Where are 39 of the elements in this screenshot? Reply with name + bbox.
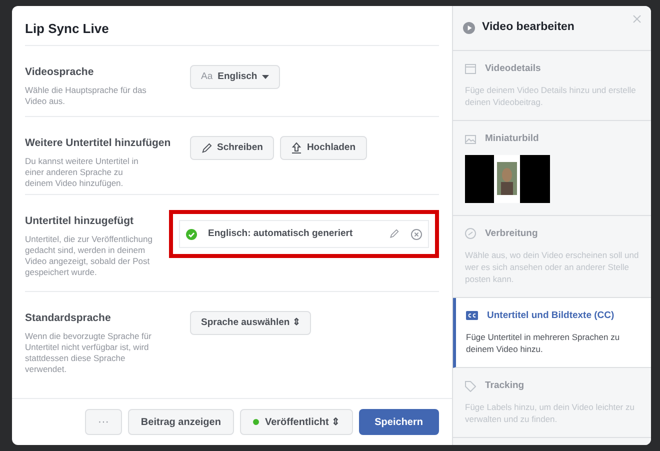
tag-icon bbox=[465, 380, 476, 392]
subtitle-label: Englisch: automatisch generiert bbox=[208, 226, 354, 241]
pencil-icon bbox=[201, 142, 212, 154]
cc-icon bbox=[466, 311, 478, 320]
row-description: Du kannst weitere Untertitel in einer anderen Sprache zu deinem Video hinzufügen. bbox=[25, 156, 140, 189]
sidebar-title: Video bearbeiten bbox=[482, 20, 576, 36]
share-icon bbox=[465, 228, 476, 240]
language-dropdown[interactable]: Sprache auswählen ⇕ bbox=[190, 311, 312, 335]
image-icon bbox=[465, 134, 476, 144]
section-title: Miniaturbild bbox=[485, 132, 539, 146]
status-dropdown[interactable]: Veröffentlicht ⇕ bbox=[240, 409, 353, 435]
upload-icon bbox=[290, 142, 302, 154]
section-description: Füge Untertitel in mehreren Sprachen zu deinem Video hinzu. bbox=[466, 331, 621, 355]
section-title: Untertitel und Bildtexte (CC) bbox=[487, 308, 614, 323]
subtitle-action-button[interactable]: Hochladen bbox=[280, 136, 366, 160]
play-icon bbox=[463, 22, 475, 34]
caret-icon bbox=[262, 75, 270, 79]
subtitle-action-button[interactable]: Schreiben bbox=[190, 136, 274, 160]
check-circle-icon bbox=[186, 228, 197, 240]
close-icon[interactable] bbox=[633, 15, 641, 23]
section-title: Verbreitung bbox=[485, 226, 538, 240]
dialog-title: Lip Sync Live bbox=[25, 20, 109, 38]
view-post-button[interactable]: Beitrag anzeigen bbox=[128, 409, 234, 435]
save-button[interactable]: Speichern bbox=[358, 409, 439, 435]
row-label: Standardsprache bbox=[25, 311, 112, 326]
sidebar-section[interactable]: Untertitel und Bildtexte (CC) Füge Untertitel in mehreren Sprachen zu deinem Video hinzu. bbox=[453, 298, 651, 368]
row-label: Untertitel hinzugefügt bbox=[25, 214, 134, 229]
section-title: Tracking bbox=[485, 379, 524, 393]
font-prefix: Aa bbox=[201, 70, 213, 84]
section-title: Videodetails bbox=[485, 62, 541, 76]
remove-icon[interactable] bbox=[411, 228, 422, 240]
row-description: Wähle die Hauptsprache für das Video aus. bbox=[25, 84, 148, 107]
row-description: Untertitel, die zur Veröffentlichung gedacht sind, werden in deinem Video angezeigt, sobald der Post gespeichert wurde. bbox=[25, 234, 153, 278]
pencil-icon[interactable] bbox=[389, 229, 399, 239]
row-label: Weitere Untertitel hinzufügen bbox=[25, 136, 172, 151]
row-description: Wenn die bevorzugte Sprache für Untertitel nicht verfügbar ist, wird stattdessen diese Sprache verwendet. bbox=[25, 330, 152, 375]
calendar-icon bbox=[465, 64, 476, 74]
row-label: Videosprache bbox=[25, 65, 95, 80]
language-dropdown[interactable]: Aa Englisch bbox=[190, 65, 280, 89]
